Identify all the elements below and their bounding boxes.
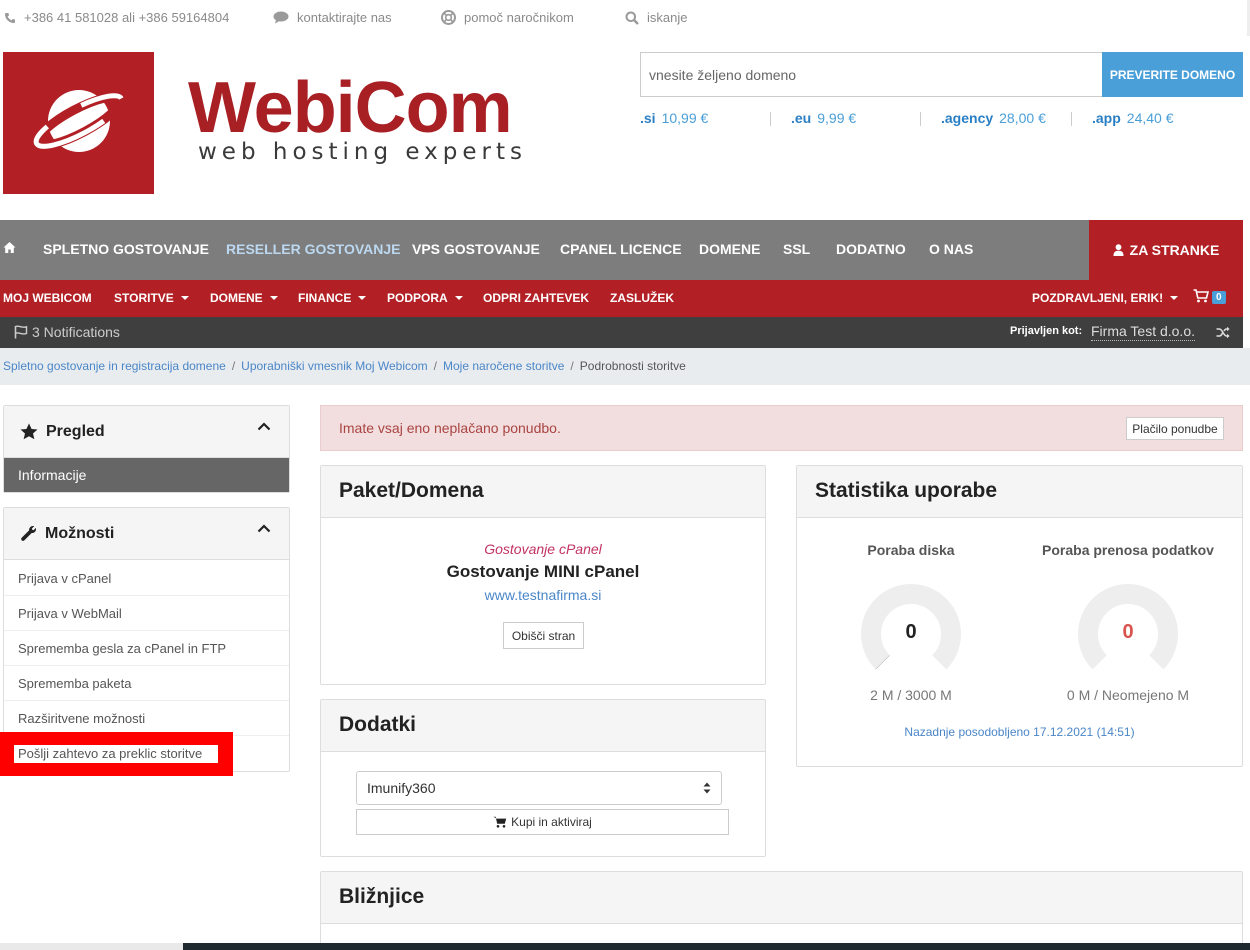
- usage-stats-card: Statistika uporabe Poraba diska Poraba p…: [796, 465, 1243, 767]
- client-area-navigation: MOJ WEBICOM STORITVE DOMENE FINANCE PODP…: [0, 280, 1243, 317]
- sort-arrows-icon: [703, 782, 711, 794]
- logo-wordmark[interactable]: WebiCom: [188, 72, 513, 144]
- phone-icon: [4, 12, 16, 24]
- clients-button[interactable]: ZA STRANKE: [1089, 220, 1243, 280]
- logged-in-company[interactable]: Firma Test d.o.o.: [1091, 323, 1196, 341]
- cart-count-badge: 0: [1212, 291, 1226, 304]
- phone-contact: +386 41 581028 ali +386 59164804: [4, 10, 229, 25]
- tld-divider: [1071, 112, 1072, 126]
- alert-text: Imate vsaj eno neplačano ponudbo.: [339, 420, 561, 436]
- footer-strip-dark: [183, 943, 1250, 950]
- tld-divider: [770, 112, 771, 126]
- sidebar-options-header[interactable]: Možnosti: [4, 508, 289, 560]
- switch-account-icon[interactable]: [1216, 326, 1230, 339]
- disk-usage-amount: 2 M / 3000 M: [870, 687, 952, 703]
- sidebar-overview-header[interactable]: Pregled: [4, 406, 289, 458]
- bandwidth-usage-value: 0: [1122, 621, 1134, 643]
- chat-bubble-icon: [273, 11, 289, 24]
- footer-strip-light: [0, 943, 183, 950]
- addon-select[interactable]: Imunify360: [356, 771, 722, 805]
- tld-price-si[interactable]: .si 10,99 €: [640, 110, 708, 126]
- breadcrumb: Spletno gostovanje in registracija domen…: [0, 348, 1250, 385]
- cart-icon: [493, 816, 507, 828]
- sidebar-item-cancel-service[interactable]: Pošlji zahtevo za preklic storitve: [14, 745, 218, 763]
- notification-bar: 3 Notifications Prijavljen kot: Firma Te…: [0, 317, 1243, 348]
- lifebuoy-icon: [441, 10, 456, 25]
- disk-usage-label: Poraba diska: [867, 542, 955, 558]
- main-navigation: SPLETNO GOSTOVANJE RESELLER GOSTOVANJE V…: [0, 220, 1089, 280]
- stats-card-title: Statistika uporabe: [797, 466, 1242, 518]
- nav-additional[interactable]: DODATNO: [836, 241, 906, 257]
- shortcuts-card-title: Bližnjice: [321, 872, 1242, 924]
- sidebar-overview-panel: Pregled Informacije: [3, 405, 290, 493]
- user-icon: [1113, 244, 1124, 256]
- visit-site-button[interactable]: Obišči stran: [503, 622, 584, 649]
- nav-services-dropdown[interactable]: STORITVE: [114, 291, 189, 305]
- nav-cpanel-licenses[interactable]: CPANEL LICENCE: [560, 241, 682, 257]
- logo-mark[interactable]: [3, 52, 154, 194]
- cart-button[interactable]: 0: [1193, 289, 1226, 304]
- sidebar-item-webmail-login[interactable]: Prijava v WebMail: [4, 596, 289, 631]
- stats-last-updated: Nazadnje posodobljeno 17.12.2021 (14:51): [904, 725, 1135, 739]
- domain-search-input[interactable]: vnesite željeno domeno: [640, 52, 1102, 97]
- sidebar-item-cpanel-login[interactable]: Prijava v cPanel: [4, 561, 289, 596]
- planet-logo-icon: [33, 90, 125, 152]
- package-card-title: Paket/Domena: [321, 466, 765, 518]
- nav-finance-dropdown[interactable]: FINANCE: [298, 291, 366, 305]
- nav-open-ticket[interactable]: ODPRI ZAHTEVEK: [483, 291, 589, 305]
- contact-link[interactable]: kontaktirajte nas: [273, 10, 392, 25]
- nav-web-hosting[interactable]: SPLETNO GOSTOVANJE: [43, 241, 209, 257]
- sidebar-item-information[interactable]: Informacije: [4, 458, 289, 492]
- package-category: Gostovanje cPanel: [484, 541, 602, 557]
- home-icon[interactable]: [3, 241, 16, 254]
- breadcrumb-item[interactable]: Moje naročene storitve: [443, 359, 564, 373]
- star-icon: [20, 423, 38, 440]
- unpaid-quote-alert: Imate vsaj eno neplačano ponudbo.: [320, 405, 1243, 451]
- support-link[interactable]: pomoč naročnikom: [441, 10, 574, 25]
- breadcrumb-item[interactable]: Spletno gostovanje in registracija domen…: [3, 359, 226, 373]
- flag-icon: [14, 325, 28, 339]
- notifications-toggle[interactable]: 3 Notifications: [14, 324, 120, 340]
- sidebar-item-change-password[interactable]: Sprememba gesla za cPanel in FTP: [4, 631, 289, 666]
- search-icon: [625, 11, 639, 25]
- buy-activate-button[interactable]: Kupi in aktiviraj: [356, 809, 729, 835]
- package-domain-card: Paket/Domena Gostovanje cPanel Gostovanj…: [320, 465, 766, 685]
- addons-card-title: Dodatki: [321, 700, 765, 752]
- nav-ssl[interactable]: SSL: [783, 241, 810, 257]
- sidebar-item-extended-options[interactable]: Razširitvene možnosti: [4, 701, 289, 736]
- nav-about-us[interactable]: O NAS: [929, 241, 973, 257]
- tld-price-app[interactable]: .app 24,40 €: [1092, 110, 1174, 126]
- check-domain-button[interactable]: PREVERITE DOMENO: [1102, 52, 1243, 97]
- breadcrumb-current: Podrobnosti storitve: [579, 359, 686, 373]
- nav-domains-dropdown[interactable]: DOMENE: [210, 291, 278, 305]
- pay-quote-button[interactable]: Plačilo ponudbe: [1126, 417, 1224, 440]
- tld-price-agency[interactable]: .agency 28,00 €: [941, 110, 1046, 126]
- package-domain-link[interactable]: www.testnafirma.si: [321, 587, 765, 603]
- disk-usage-value: 0: [905, 621, 917, 643]
- bandwidth-usage-amount: 0 M / Neomejeno M: [1066, 687, 1190, 703]
- nav-domains[interactable]: DOMENE: [699, 241, 760, 257]
- wrench-icon: [20, 525, 37, 542]
- search-link[interactable]: iskanje: [625, 10, 687, 25]
- tld-price-eu[interactable]: .eu 9,99 €: [791, 110, 856, 126]
- nav-earnings[interactable]: ZASLUŽEK: [610, 291, 674, 305]
- sidebar-item-change-package[interactable]: Sprememba paketa: [4, 666, 289, 701]
- nav-vps-hosting[interactable]: VPS GOSTOVANJE: [412, 241, 540, 257]
- logo-tagline: web hosting experts: [198, 139, 527, 165]
- chevron-up-icon[interactable]: [257, 524, 271, 533]
- package-name: Gostovanje MINI cPanel: [446, 562, 640, 581]
- user-greeting-dropdown[interactable]: POZDRAVLJENI, ERIK!: [1032, 291, 1178, 305]
- top-contact-bar: +386 41 581028 ali +386 59164804 kontakt…: [0, 0, 1250, 36]
- breadcrumb-item[interactable]: Uporabniški vmesnik Moj Webicom: [241, 359, 428, 373]
- nav-reseller-hosting[interactable]: RESELLER GOSTOVANJE: [226, 241, 401, 257]
- chevron-up-icon[interactable]: [257, 422, 271, 431]
- nav-my-webicom[interactable]: MOJ WEBICOM: [3, 291, 92, 305]
- bandwidth-usage-label: Poraba prenosa podatkov: [1042, 542, 1214, 558]
- nav-support-dropdown[interactable]: PODPORA: [387, 291, 463, 305]
- logged-in-label: Prijavljen kot:: [1010, 325, 1083, 337]
- tld-divider: [920, 112, 921, 126]
- shortcuts-card: Bližnjice: [320, 871, 1243, 950]
- cart-icon: [1193, 289, 1209, 303]
